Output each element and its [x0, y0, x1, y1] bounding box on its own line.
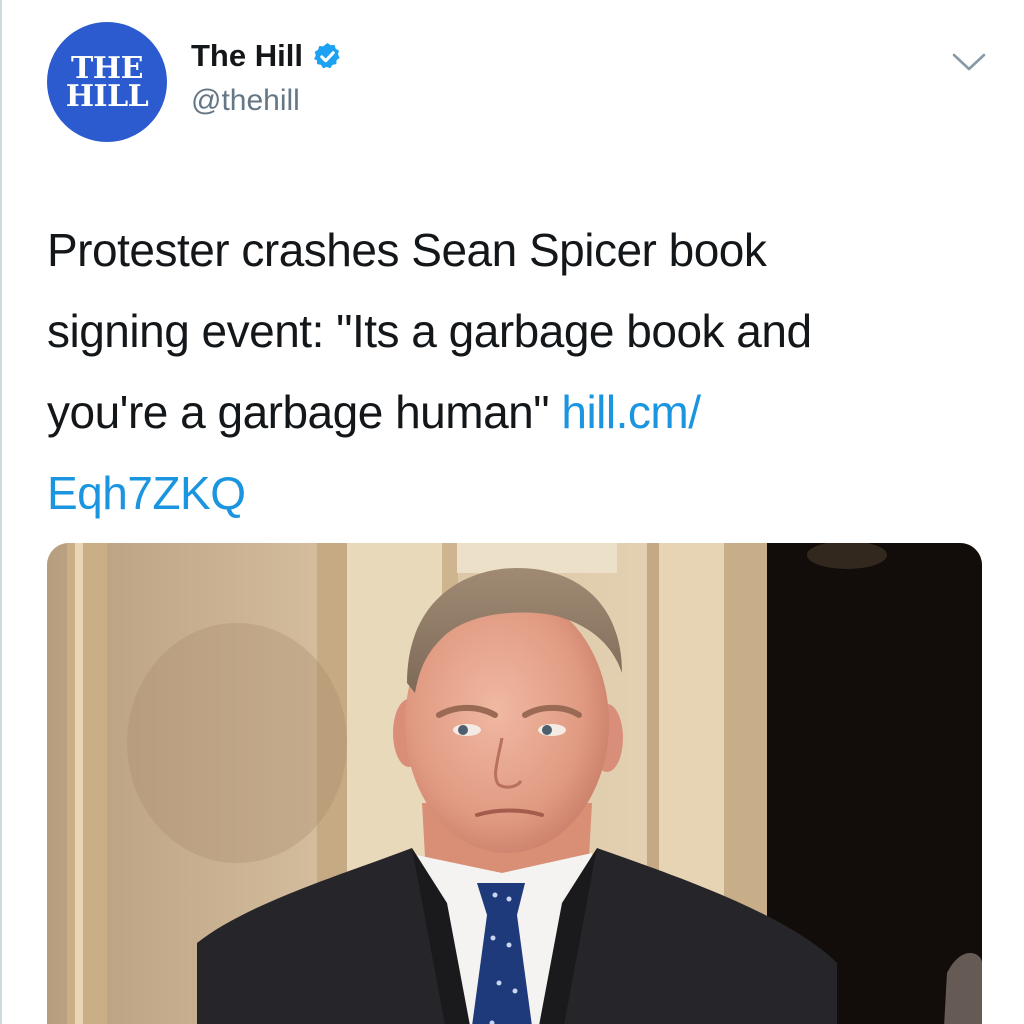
tweet-media-photo[interactable] [47, 543, 982, 1024]
tweet-text-line-1: Protester crashes Sean Spicer book [47, 224, 767, 276]
tweet-link-part1[interactable]: hill.cm/ [561, 386, 701, 438]
display-name[interactable]: The Hill [191, 38, 343, 74]
verified-badge-icon [314, 42, 340, 68]
tweet-link-part2[interactable]: Eqh7ZKQ [47, 467, 246, 519]
avatar-logo-text: THE HILL [65, 51, 149, 114]
photo-illustration [47, 543, 982, 1024]
chevron-down-icon[interactable] [951, 48, 987, 76]
tweet-text: Protester crashes Sean Spicer book signi… [47, 210, 947, 534]
tweet-text-line-2: signing event: "Its a garbage book and [47, 305, 812, 357]
display-name-label: The Hill [191, 38, 303, 73]
avatar[interactable]: THE HILL [47, 22, 167, 142]
handle[interactable]: @thehill [191, 84, 300, 118]
tweet-text-line-3: you're a garbage human" [47, 386, 562, 438]
tweet-card: THE HILL The Hill @thehill Protester cra… [0, 0, 1024, 1024]
